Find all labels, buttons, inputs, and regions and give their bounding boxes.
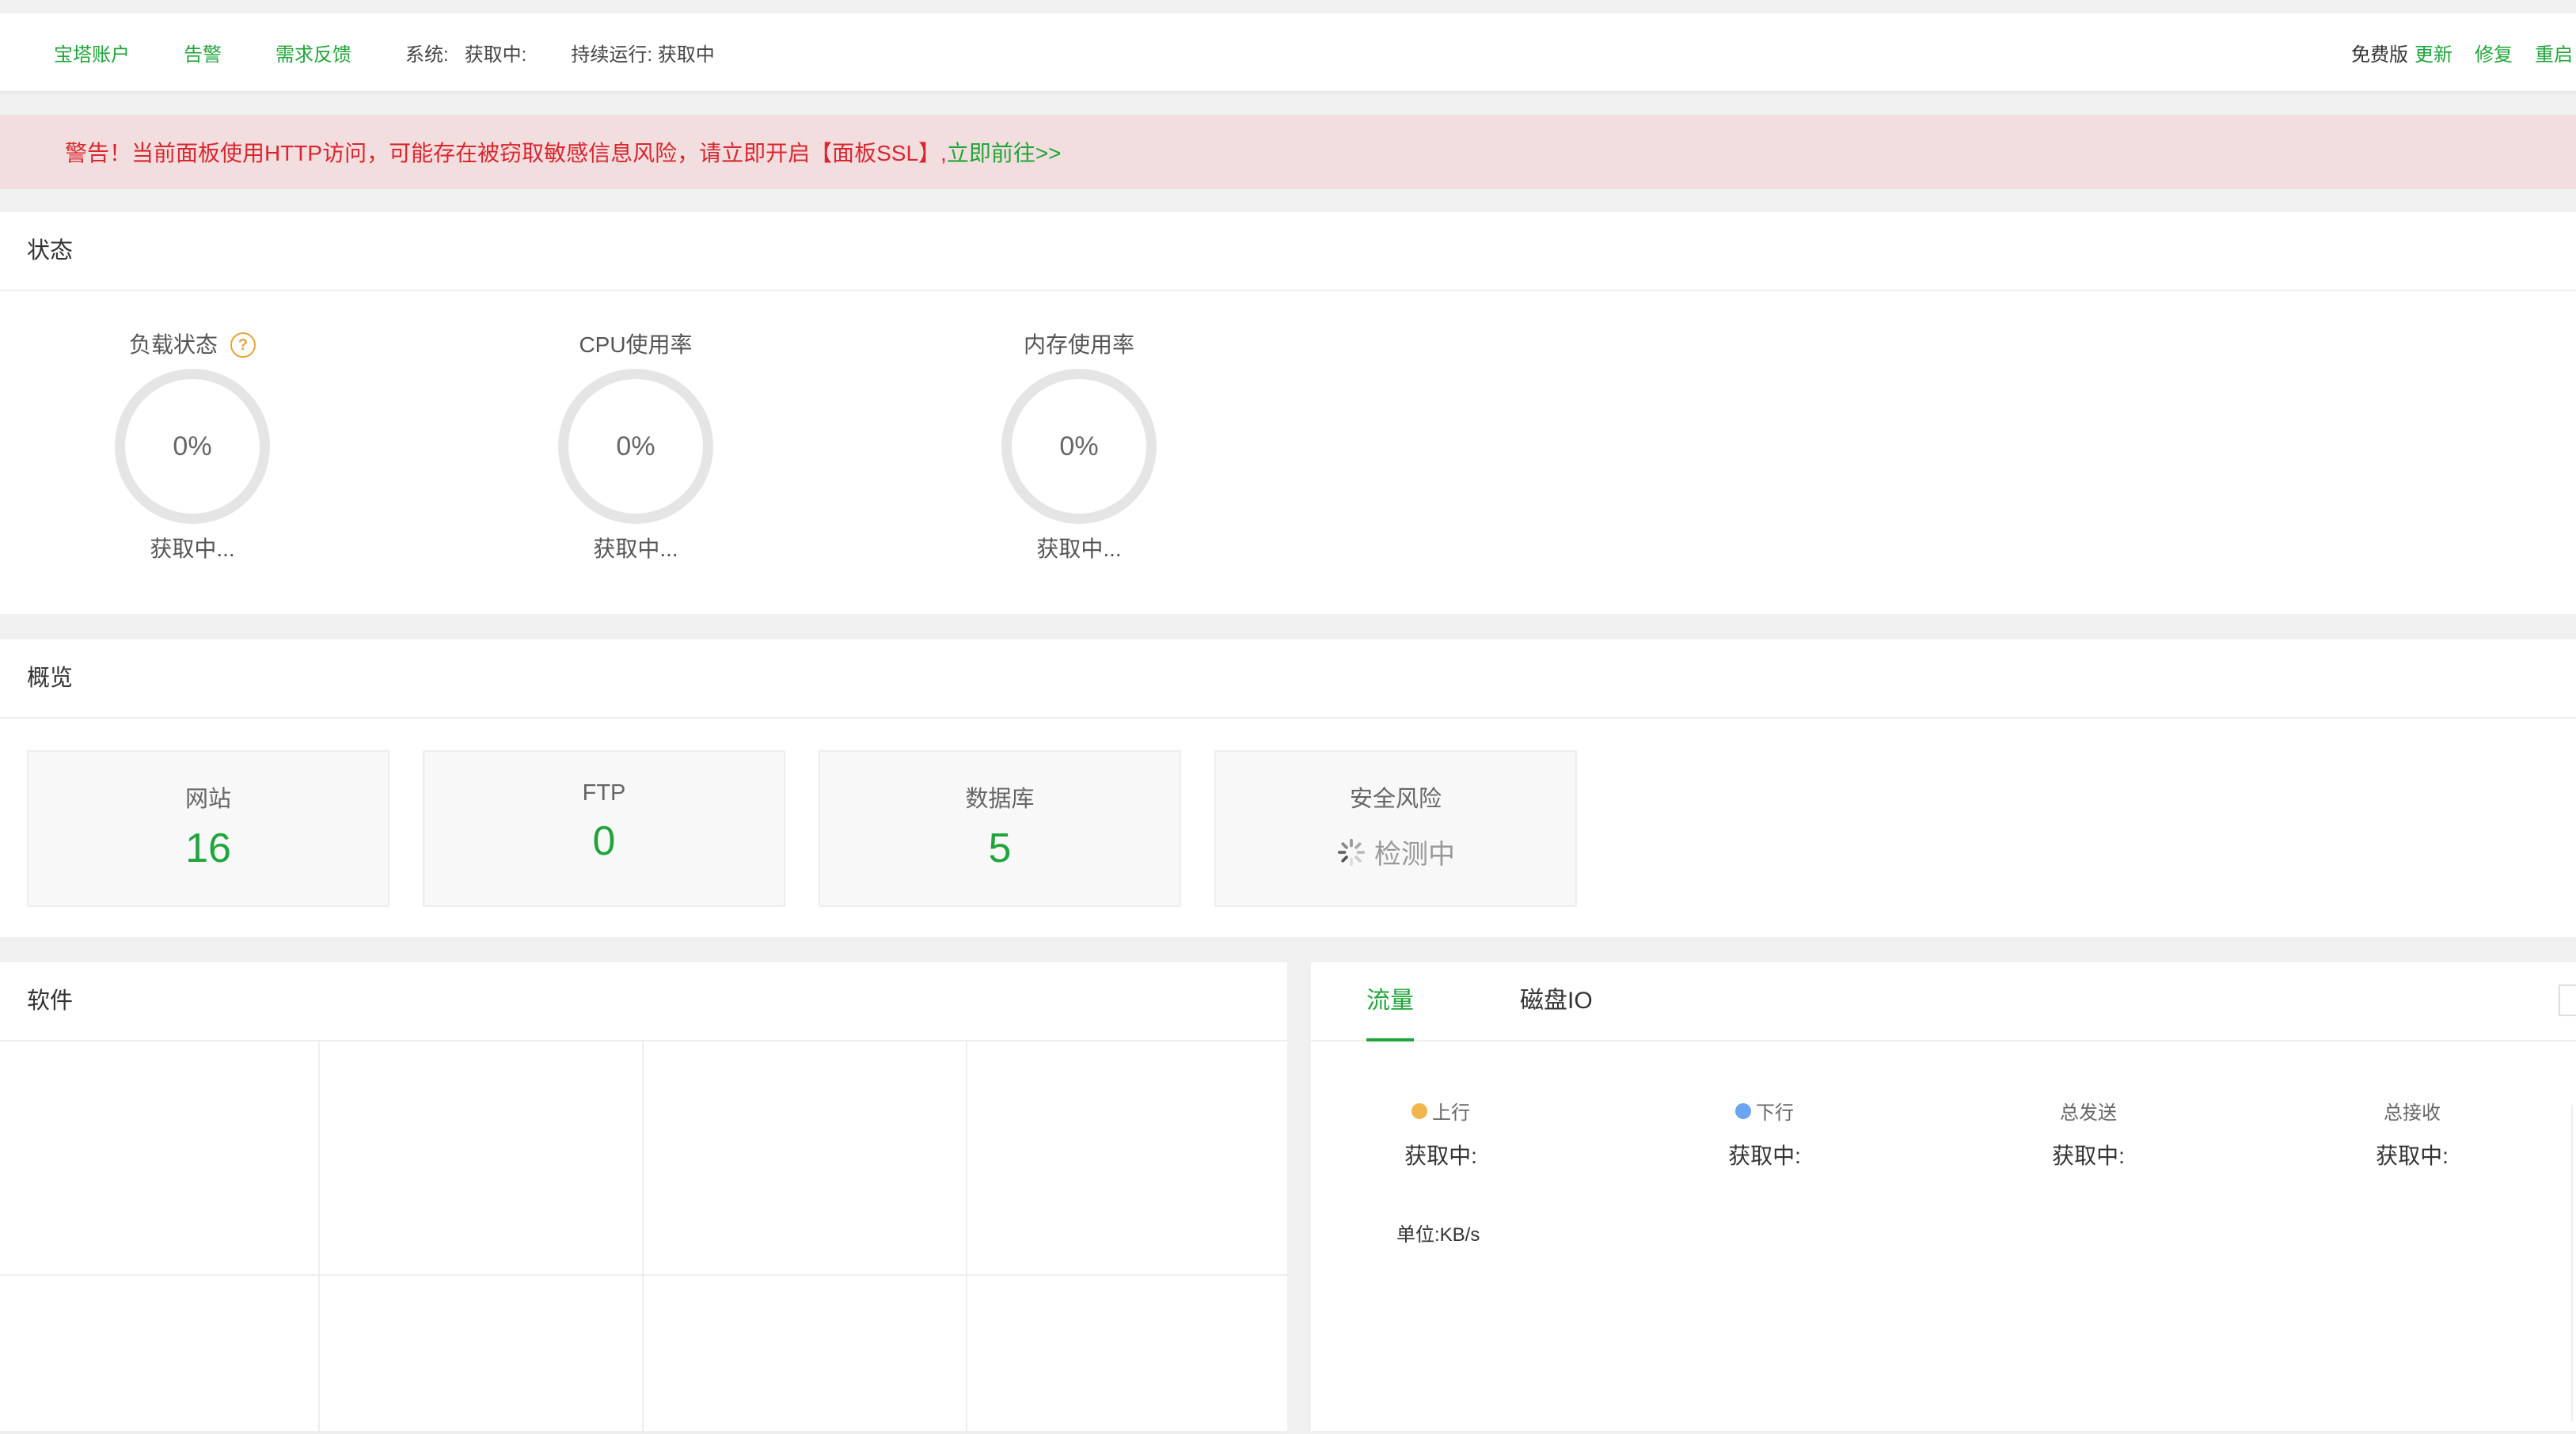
- help-icon[interactable]: ?: [230, 332, 256, 358]
- system-info: 系统: 获取中:: [405, 44, 527, 66]
- upload-value: 获取中:: [1404, 1144, 1477, 1168]
- load-label: 负载状态: [128, 332, 218, 357]
- memory-status: 获取中...: [1036, 537, 1122, 561]
- uptime-info: 持续运行: 获取中: [571, 44, 715, 66]
- security-risk-status: 检测中: [1374, 840, 1455, 870]
- unit-label: 单位:KB/s: [1396, 1224, 1480, 1246]
- software-slot[interactable]: [967, 1276, 1287, 1434]
- memory-label: 内存使用率: [1023, 332, 1134, 357]
- traffic-panel: 流量 磁盘IO 上行 获取中: 下行 获取中: 总发送 获取中: 总接收 获取中…: [1311, 962, 2576, 1431]
- load-ring[interactable]: 0%: [115, 369, 270, 524]
- total-received-value: 获取中:: [2376, 1144, 2449, 1168]
- memory-ring[interactable]: 0%: [1001, 369, 1157, 524]
- software-slot[interactable]: [0, 1276, 320, 1434]
- software-title: 软件: [0, 962, 1287, 1041]
- chart-edge: [2571, 1105, 2576, 1421]
- restart-button[interactable]: 重启: [2535, 39, 2573, 66]
- selector-stub[interactable]: [2559, 984, 2576, 1016]
- traffic-tabs: 流量 磁盘IO: [1311, 962, 2576, 1041]
- update-button[interactable]: 更新: [2415, 39, 2453, 66]
- overview-panel: 概览 网站 16 FTP 0 数据库 5 安全风险 检测中: [0, 639, 2576, 937]
- ftp-label: FTP: [582, 780, 626, 806]
- memory-gauge: 内存使用率 0% 获取中...: [984, 329, 1174, 563]
- software-slot[interactable]: [0, 1041, 320, 1276]
- total-sent-value: 获取中:: [2052, 1144, 2125, 1168]
- cpu-ring[interactable]: 0%: [558, 369, 713, 524]
- load-status: 获取中...: [150, 537, 235, 561]
- websites-label: 网站: [184, 787, 231, 812]
- repair-button[interactable]: 修复: [2475, 39, 2513, 66]
- load-value: 0%: [173, 431, 212, 461]
- total-received-stat: 总接收 获取中:: [2309, 1097, 2515, 1170]
- edition-label: 免费版: [2351, 44, 2408, 66]
- software-slot[interactable]: [320, 1276, 644, 1434]
- database-count[interactable]: 5: [820, 825, 1180, 872]
- websites-count[interactable]: 16: [28, 825, 388, 872]
- database-card[interactable]: 数据库 5: [819, 750, 1181, 907]
- feedback-link[interactable]: 需求反馈: [275, 39, 351, 66]
- alert-link[interactable]: 告警: [184, 39, 222, 66]
- top-bar-right: 免费版 更新 修复 重启: [2342, 39, 2576, 66]
- overview-title: 概览: [0, 639, 2576, 719]
- upload-stat: 上行 获取中:: [1338, 1097, 1544, 1170]
- total-sent-label: 总发送: [2060, 1102, 2117, 1124]
- top-bar: 宝塔账户 告警 需求反馈 系统: 获取中: 持续运行: 获取中 免费版 更新 修…: [0, 13, 2576, 91]
- loading-spinner-icon: [1337, 838, 1366, 866]
- cpu-label: CPU使用率: [579, 332, 693, 357]
- ssl-warning-banner: 警告！当前面板使用HTTP访问，可能存在被窃取敏感信息风险，请立即开启【面板SS…: [0, 115, 2576, 189]
- cpu-gauge: CPU使用率 0% 获取中...: [541, 329, 731, 563]
- download-label: 下行: [1756, 1102, 1794, 1124]
- cpu-status: 获取中...: [593, 537, 678, 561]
- ftp-card[interactable]: FTP 0: [423, 750, 785, 907]
- load-gauge: 负载状态 ? 0% 获取中...: [97, 329, 287, 563]
- status-title: 状态: [0, 212, 2576, 291]
- top-bar-left: 宝塔账户 告警 需求反馈 系统: 获取中: 持续运行: 获取中: [0, 39, 759, 66]
- security-risk-card[interactable]: 安全风险 检测中: [1214, 750, 1577, 907]
- ftp-count[interactable]: 0: [424, 818, 784, 865]
- websites-card[interactable]: 网站 16: [27, 750, 389, 907]
- status-panel: 状态 负载状态 ? 0% 获取中... CPU使用率 0% 获取中... 内存使…: [0, 212, 2576, 614]
- software-panel: 软件: [0, 962, 1287, 1434]
- tab-disk-io[interactable]: 磁盘IO: [1520, 962, 1593, 1040]
- cpu-value: 0%: [616, 431, 655, 461]
- software-slot[interactable]: [644, 1276, 967, 1434]
- software-slot[interactable]: [644, 1041, 967, 1276]
- database-label: 数据库: [965, 787, 1035, 812]
- security-risk-label: 安全风险: [1349, 787, 1442, 812]
- warning-text: 警告！当前面板使用HTTP访问，可能存在被窃取敏感信息风险，请立即开启【面板SS…: [65, 141, 947, 165]
- software-slot[interactable]: [967, 1041, 1287, 1276]
- software-slot[interactable]: [320, 1041, 644, 1276]
- download-dot-icon: [1735, 1102, 1751, 1119]
- memory-value: 0%: [1059, 431, 1099, 461]
- download-value: 获取中:: [1728, 1144, 1801, 1168]
- tab-traffic[interactable]: 流量: [1366, 962, 1414, 1041]
- upload-label: 上行: [1432, 1102, 1470, 1124]
- bt-account-link[interactable]: 宝塔账户: [54, 39, 130, 66]
- download-stat: 下行 获取中:: [1662, 1097, 1867, 1170]
- enable-ssl-link[interactable]: 立即前往>>: [947, 136, 1062, 168]
- upload-dot-icon: [1411, 1102, 1427, 1119]
- total-sent-stat: 总发送 获取中:: [1985, 1097, 2191, 1170]
- software-grid: [0, 1041, 1287, 1434]
- total-received-label: 总接收: [2384, 1102, 2441, 1124]
